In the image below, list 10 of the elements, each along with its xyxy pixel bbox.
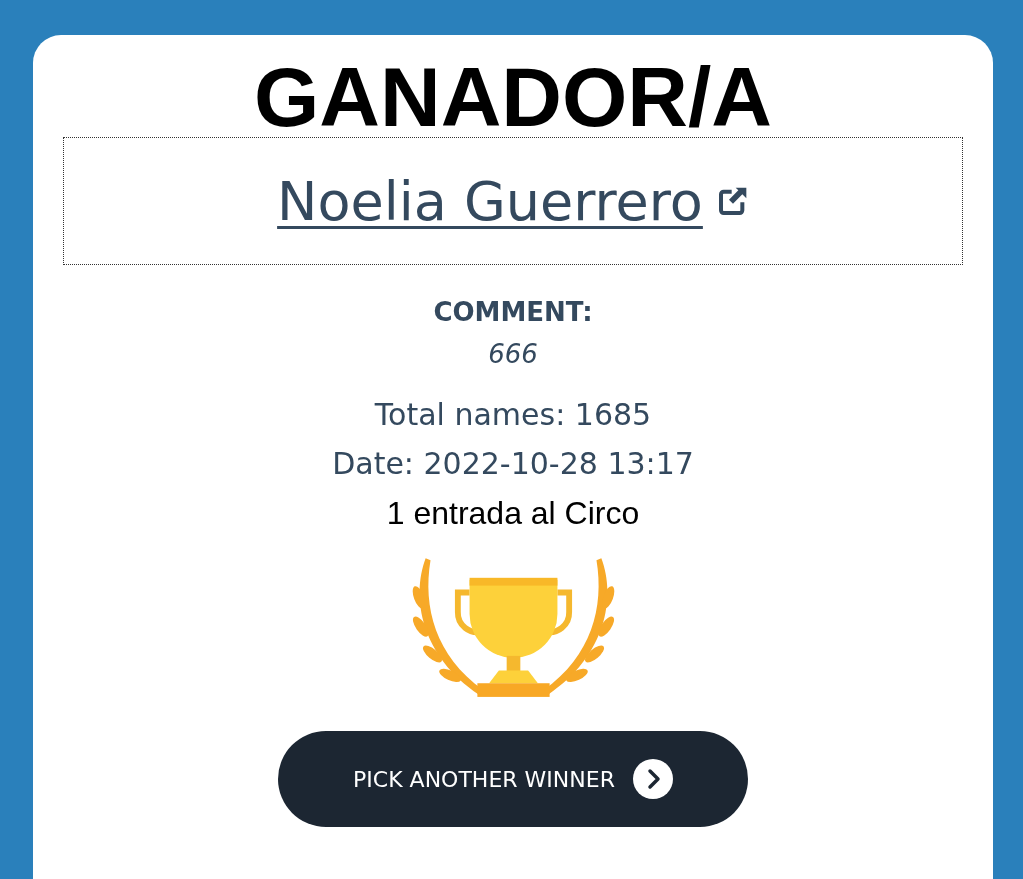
date-text: Date: 2022-10-28 13:17 <box>332 446 694 481</box>
chevron-right-icon <box>632 759 673 799</box>
winner-heading: GANADOR/A <box>254 57 772 137</box>
comment-label: COMMENT: <box>433 297 593 327</box>
winner-name-link[interactable]: Noelia Guerrero <box>277 169 703 233</box>
pick-another-winner-button[interactable]: PICK ANOTHER WINNER <box>278 731 748 827</box>
total-names-text: Total names: 1685 <box>374 397 652 432</box>
prize-text: 1 entrada al Circo <box>386 495 640 532</box>
external-link-icon[interactable] <box>716 185 749 217</box>
comment-text: 666 <box>488 339 538 369</box>
